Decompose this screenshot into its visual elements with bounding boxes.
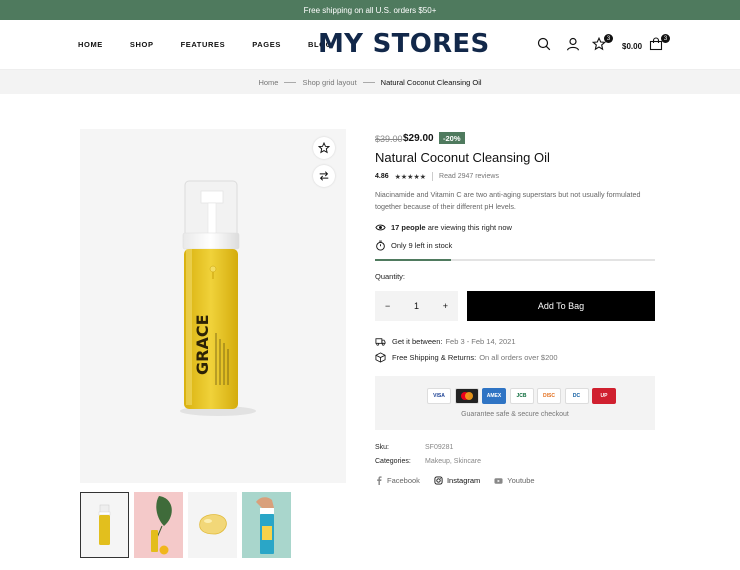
viewing-now: 17 people are viewing this right now	[375, 222, 512, 233]
user-icon[interactable]	[566, 37, 582, 53]
box-icon	[375, 352, 386, 363]
delivery-estimate: Get it between: Feb 3 - Feb 14, 2021	[375, 336, 516, 347]
youtube-label: Youtube	[507, 476, 535, 485]
nav-features[interactable]: FEATURES	[181, 40, 226, 49]
search-icon[interactable]	[537, 37, 553, 53]
rating-row: 4.86 ★★★★★ Read 2947 reviews	[375, 172, 499, 181]
quantity-decrease-button[interactable]: −	[385, 301, 390, 311]
viewing-text: are viewing this right now	[427, 223, 512, 232]
sku-row: Sku: SF09281	[375, 444, 453, 451]
facebook-link[interactable]: Facebook	[375, 476, 420, 485]
shipping-label: Free Shipping & Returns:	[392, 353, 477, 362]
thumbnail-1[interactable]	[80, 492, 129, 558]
announcement-text: Free shipping on all U.S. orders $50+	[303, 5, 437, 15]
nav-home[interactable]: HOME	[78, 40, 103, 49]
delivery-dates: Feb 3 - Feb 14, 2021	[445, 337, 516, 346]
product-description: Niacinamide and Vitamin C are two anti-a…	[375, 190, 641, 211]
bag-icon[interactable]: 3	[649, 34, 670, 53]
facebook-label: Facebook	[387, 476, 420, 485]
stock-progress-fill	[375, 259, 451, 261]
viewing-count: 17 people	[391, 223, 426, 232]
truck-icon	[375, 338, 386, 346]
announcement-bar: Free shipping on all U.S. orders $50+	[0, 0, 740, 20]
timer-icon	[376, 240, 385, 251]
social-share: Facebook Instagram Youtube	[375, 476, 549, 485]
shipping-text: On all orders over $200	[479, 353, 558, 362]
site-header: HOME SHOP FEATURES PAGES BLOG MY STORES …	[0, 20, 740, 70]
sale-price: $29.00	[403, 133, 434, 144]
nav-shop[interactable]: SHOP	[130, 40, 154, 49]
eye-icon	[375, 224, 386, 231]
sku-value: SF09281	[425, 444, 454, 451]
star-icon	[318, 142, 330, 154]
breadcrumb: Home Shop grid layout Natural Coconut Cl…	[0, 70, 740, 94]
categories-value[interactable]: Makeup, Skincare	[425, 458, 481, 465]
wishlist-count-badge: 3	[604, 34, 613, 43]
guarantee-text: Guarantee safe & secure checkout	[461, 411, 569, 418]
delivery-label: Get it between:	[392, 337, 443, 346]
instagram-icon	[434, 476, 443, 485]
reviews-link[interactable]: Read 2947 reviews	[439, 173, 499, 180]
compare-icon	[319, 171, 329, 181]
youtube-link[interactable]: Youtube	[494, 476, 535, 485]
breadcrumb-separator	[284, 81, 297, 83]
visa-card-icon: VISA	[427, 388, 451, 404]
amex-card-icon: AMEX	[482, 388, 506, 404]
quantity-value[interactable]: 1	[414, 301, 419, 311]
thumbnail-3[interactable]	[188, 492, 237, 558]
breadcrumb-home[interactable]: Home	[258, 78, 278, 87]
instagram-label: Instagram	[446, 476, 481, 485]
product-title: Natural Coconut Cleansing Oil	[375, 150, 550, 165]
thumbnail-4[interactable]	[242, 492, 291, 558]
stock-text: Only 9 left in stock	[391, 241, 453, 250]
categories-label: Categories:	[375, 458, 411, 465]
nav-pages[interactable]: PAGES	[252, 40, 281, 49]
breadcrumb-current: Natural Coconut Cleansing Oil	[380, 77, 482, 87]
site-logo[interactable]: MY STORES	[318, 29, 490, 59]
rating-stars-icon: ★★★★★	[394, 173, 427, 181]
instagram-link[interactable]: Instagram	[434, 476, 480, 485]
payment-cards: VISA AMEX JCB DISC DC UP	[427, 388, 620, 404]
sku-label: Sku:	[375, 444, 390, 451]
quantity-label: Quantity:	[375, 272, 406, 281]
breadcrumb-shop-grid[interactable]: Shop grid layout	[302, 78, 356, 87]
quantity-stepper[interactable]: − 1 +	[375, 291, 458, 321]
bottle-brand-text: GRACE	[193, 314, 212, 375]
diners-card-icon: DC	[564, 388, 589, 404]
payment-box: VISA AMEX JCB DISC DC UP Guarantee safe …	[375, 376, 655, 430]
add-to-wishlist-button[interactable]	[313, 137, 335, 159]
breadcrumb-separator	[362, 81, 375, 83]
rating-divider	[432, 172, 434, 181]
mastercard-icon	[454, 388, 479, 404]
bottle-illustration: GRACE	[180, 180, 256, 416]
facebook-icon	[377, 476, 382, 485]
wishlist-icon[interactable]: 3	[591, 34, 613, 53]
discover-card-icon: DISC	[537, 388, 561, 404]
compare-button[interactable]	[313, 165, 335, 187]
thumbnail-2[interactable]	[134, 492, 183, 558]
stock-info: Only 9 left in stock	[375, 240, 452, 251]
cart-total[interactable]: $0.00	[622, 42, 642, 51]
shipping-returns: Free Shipping & Returns: On all orders o…	[375, 352, 558, 363]
main-nav: HOME SHOP FEATURES PAGES BLOG	[78, 40, 359, 49]
original-price: $39.00	[375, 134, 403, 144]
rating-value: 4.86	[375, 173, 389, 180]
add-to-bag-button[interactable]: Add To Bag	[467, 291, 655, 321]
unionpay-card-icon: UP	[592, 388, 616, 404]
product-main-image[interactable]: GRACE	[80, 129, 346, 483]
cart-count-badge: 3	[661, 34, 670, 43]
youtube-icon	[494, 477, 503, 484]
stock-progress-bar	[375, 259, 655, 261]
discount-badge: -20%	[439, 132, 465, 144]
quantity-increase-button[interactable]: +	[443, 301, 448, 311]
jcb-card-icon: JCB	[509, 388, 534, 404]
categories-row: Categories: Makeup, Skincare	[375, 458, 481, 465]
